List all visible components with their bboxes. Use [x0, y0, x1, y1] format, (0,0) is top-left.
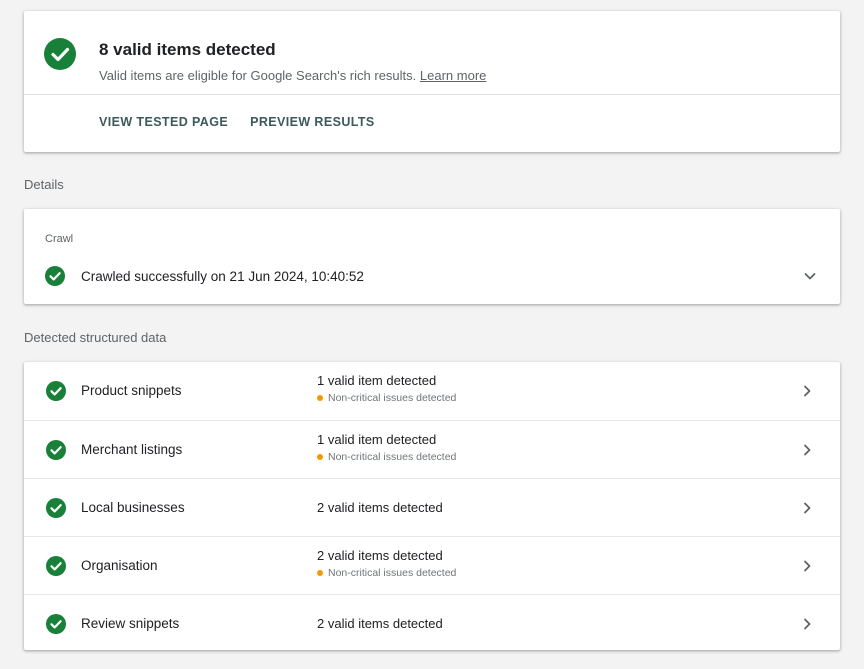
item-name: Organisation: [81, 558, 158, 573]
item-name: Local businesses: [81, 500, 185, 515]
summary-actions: VIEW TESTED PAGE PREVIEW RESULTS: [99, 115, 375, 129]
item-warning: Non-critical issues detected: [317, 392, 456, 404]
structured-data-row[interactable]: Review snippets 2 valid items detected: [24, 594, 840, 652]
check-circle-icon: [46, 614, 66, 634]
check-circle-icon: [46, 556, 66, 576]
check-circle-icon: [45, 266, 65, 286]
item-name: Merchant listings: [81, 442, 183, 457]
chevron-right-icon[interactable]: [800, 558, 814, 574]
crawl-status-row[interactable]: Crawled successfully on 21 Jun 2024, 10:…: [45, 265, 818, 287]
structured-data-card: Product snippets 1 valid item detected N…: [24, 362, 840, 650]
structured-data-row[interactable]: Product snippets 1 valid item detected N…: [24, 362, 840, 420]
item-status: 2 valid items detected: [317, 616, 443, 631]
item-name: Review snippets: [81, 616, 180, 631]
item-name: Product snippets: [81, 383, 182, 398]
summary-subtitle: Valid items are eligible for Google Sear…: [99, 68, 486, 83]
structured-data-row[interactable]: Organisation 2 valid items detected Non-…: [24, 536, 840, 594]
summary-subtitle-text: Valid items are eligible for Google Sear…: [99, 68, 417, 83]
warning-dot-icon: [317, 454, 323, 460]
check-circle-icon: [46, 440, 66, 460]
item-status: 1 valid item detected: [317, 373, 437, 388]
learn-more-link[interactable]: Learn more: [420, 68, 486, 83]
crawl-status-text: Crawled successfully on 21 Jun 2024, 10:…: [81, 268, 364, 284]
chevron-right-icon[interactable]: [800, 616, 814, 632]
divider: [24, 94, 840, 95]
check-circle-icon: [46, 381, 66, 401]
check-circle-icon: [46, 498, 66, 518]
detected-section-label: Detected structured data: [24, 330, 167, 345]
chevron-down-icon[interactable]: [802, 268, 818, 284]
chevron-right-icon[interactable]: [800, 383, 814, 399]
chevron-right-icon[interactable]: [800, 442, 814, 458]
crawl-card: Crawl Crawled successfully on 21 Jun 202…: [24, 209, 840, 304]
item-warning: Non-critical issues detected: [317, 451, 456, 463]
crawl-heading: Crawl: [45, 233, 74, 245]
structured-data-row[interactable]: Merchant listings 1 valid item detected …: [24, 420, 840, 478]
item-status: 2 valid items detected: [317, 500, 443, 515]
summary-title: 8 valid items detected: [99, 40, 276, 59]
preview-results-button[interactable]: PREVIEW RESULTS: [250, 115, 375, 129]
item-warning: Non-critical issues detected: [317, 567, 456, 579]
structured-data-row[interactable]: Local businesses 2 valid items detected: [24, 478, 840, 536]
summary-card: 8 valid items detected Valid items are e…: [24, 11, 840, 152]
check-circle-icon: [44, 38, 76, 70]
warning-dot-icon: [317, 570, 323, 576]
chevron-right-icon[interactable]: [800, 500, 814, 516]
details-section-label: Details: [24, 177, 64, 192]
item-status: 1 valid item detected: [317, 432, 437, 447]
warning-dot-icon: [317, 395, 323, 401]
item-status: 2 valid items detected: [317, 548, 443, 563]
view-tested-page-button[interactable]: VIEW TESTED PAGE: [99, 115, 228, 129]
